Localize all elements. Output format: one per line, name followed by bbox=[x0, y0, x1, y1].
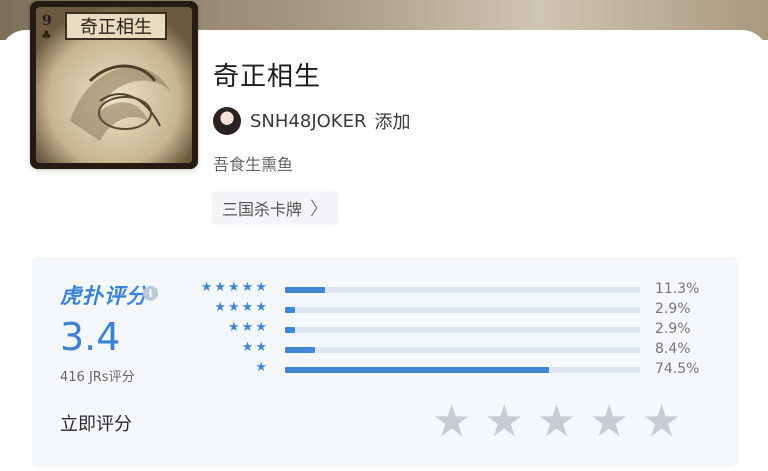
category-tag-label: 三国杀卡牌 bbox=[222, 200, 303, 219]
percentage-label: 74.5% bbox=[655, 361, 700, 377]
star-level-icon: ★★★ bbox=[228, 320, 269, 335]
avatar[interactable] bbox=[213, 107, 241, 135]
info-icon[interactable]: i bbox=[143, 286, 158, 301]
bar-track bbox=[285, 327, 640, 333]
rate-star-3-icon[interactable]: ★ bbox=[537, 400, 576, 444]
description: 吾食生熏鱼 bbox=[213, 155, 294, 174]
card-cover-image[interactable]: 奇正相生 9 ♣ bbox=[30, 1, 198, 169]
svg-text:♣: ♣ bbox=[41, 28, 52, 42]
bar-track bbox=[285, 287, 640, 293]
cover-art: 奇正相生 9 ♣ bbox=[30, 1, 198, 169]
cover-title-text: 奇正相生 bbox=[80, 17, 152, 38]
percentage-label: 8.4% bbox=[655, 341, 691, 357]
bar-track bbox=[285, 367, 640, 373]
distribution-row: ★★★★★ 11.3% bbox=[195, 280, 705, 297]
distribution-row: ★★★★ 2.9% bbox=[195, 300, 705, 317]
page-title: 奇正相生 bbox=[213, 62, 322, 92]
distribution-row: ★★★ 2.9% bbox=[195, 320, 705, 337]
bar-fill bbox=[285, 307, 296, 313]
bar-track bbox=[285, 307, 640, 313]
bar-fill bbox=[285, 287, 326, 293]
add-link[interactable]: 添加 bbox=[375, 108, 411, 134]
bar-track bbox=[285, 347, 640, 353]
rate-stars[interactable]: ★ ★ ★ ★ ★ bbox=[432, 400, 694, 444]
author-name[interactable]: SNH48JOKER bbox=[250, 111, 367, 132]
rate-now-label: 立即评分 bbox=[60, 414, 132, 435]
bar-fill bbox=[285, 347, 315, 353]
star-level-icon: ★★ bbox=[241, 340, 269, 355]
svg-text:9: 9 bbox=[42, 13, 52, 29]
star-level-icon: ★ bbox=[255, 360, 269, 375]
author-row[interactable]: SNH48JOKER 添加 bbox=[213, 107, 411, 135]
chevron-right-icon: 〉 bbox=[310, 199, 329, 220]
star-level-icon: ★★★★★ bbox=[200, 280, 269, 295]
percentage-label: 2.9% bbox=[655, 321, 691, 337]
brand-name: 虎扑评分 bbox=[60, 284, 148, 308]
rating-count: 416 JRs评分 bbox=[60, 370, 135, 385]
distribution-row: ★★ 8.4% bbox=[195, 340, 705, 357]
rate-star-1-icon[interactable]: ★ bbox=[432, 400, 471, 444]
star-level-icon: ★★★★ bbox=[214, 300, 269, 315]
bar-fill bbox=[285, 367, 550, 373]
distribution-row: ★ 74.5% bbox=[195, 360, 705, 377]
average-score: 3.4 bbox=[60, 315, 121, 359]
bar-fill bbox=[285, 327, 296, 333]
category-tag[interactable]: 三国杀卡牌 〉 bbox=[212, 191, 339, 225]
rate-star-5-icon[interactable]: ★ bbox=[642, 400, 681, 444]
percentage-label: 2.9% bbox=[655, 301, 691, 317]
percentage-label: 11.3% bbox=[655, 281, 700, 297]
rate-star-4-icon[interactable]: ★ bbox=[589, 400, 628, 444]
rate-star-2-icon[interactable]: ★ bbox=[484, 400, 523, 444]
